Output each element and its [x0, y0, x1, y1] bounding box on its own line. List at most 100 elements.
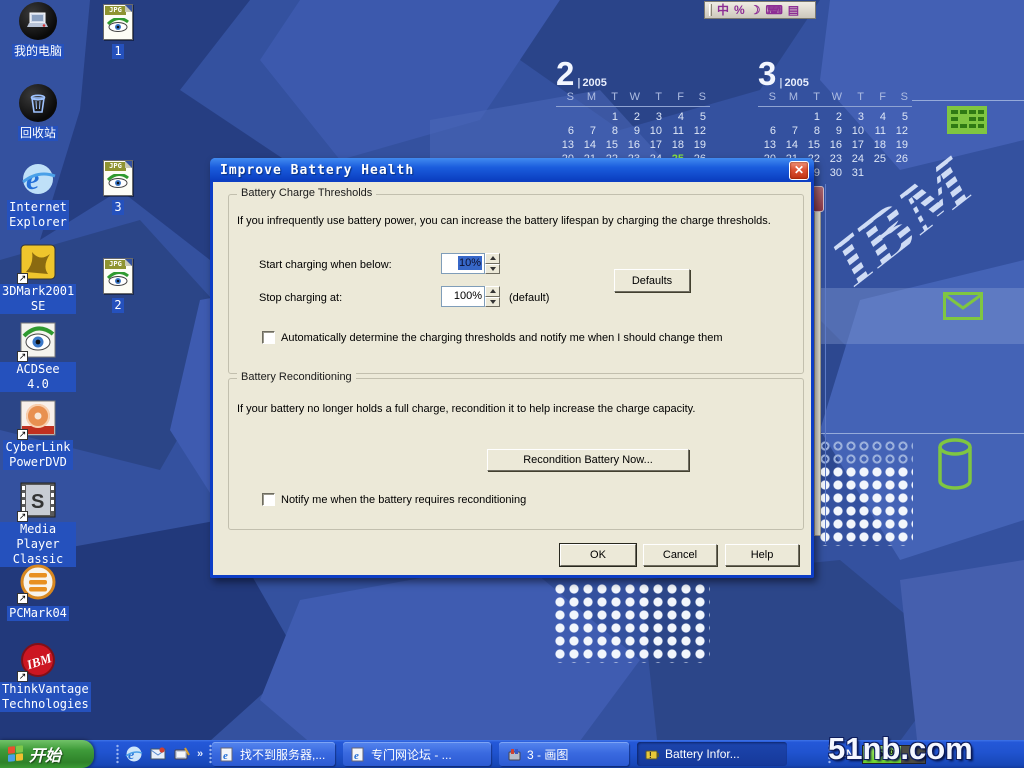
- dialog-titlebar[interactable]: Improve Battery Health ✕: [210, 158, 814, 182]
- desktop-screen: IBM 22005SMTWTFS123456789101112131415161…: [0, 0, 1024, 768]
- desktop-icon-3dmark2001[interactable]: ↗ 3DMark2001 SE: [0, 244, 76, 315]
- calendar-day: 4: [868, 111, 890, 123]
- calendar-day: 7: [578, 125, 600, 137]
- taskbar-button-1[interactable]: e找不到服务器,...: [212, 742, 335, 766]
- start-button[interactable]: 开始: [0, 740, 94, 768]
- spin-down-icon[interactable]: [485, 264, 500, 275]
- calendar-day: 31: [846, 167, 868, 179]
- cancel-button[interactable]: Cancel: [643, 544, 717, 566]
- shortcut-arrow-icon: ↗: [17, 593, 28, 604]
- spin-up-icon[interactable]: [485, 253, 500, 264]
- calendar-month-number: 2: [556, 59, 574, 89]
- calendar-day: [556, 111, 578, 123]
- desktop-icon-internet-explorer[interactable]: e Internet Explorer: [0, 160, 76, 231]
- desktop-icon-jpg-1[interactable]: JPG 1: [80, 4, 156, 60]
- taskbar-button-4[interactable]: !Battery Infor...: [637, 742, 787, 766]
- desktop-icon-powerdvd[interactable]: ↗ CyberLink PowerDVD: [0, 400, 76, 471]
- calendar-day: 18: [666, 139, 688, 151]
- start-charging-spinner[interactable]: [485, 253, 500, 274]
- calendar-weekday: S: [890, 91, 912, 107]
- battery-charge-thresholds-group: Battery Charge Thresholds If you infrequ…: [228, 194, 804, 374]
- jpg-badge: JPG: [105, 162, 126, 171]
- notify-reconditioning-label[interactable]: Notify me when the battery requires reco…: [281, 494, 797, 506]
- media-player-classic-icon: S ↗: [19, 482, 57, 520]
- jpg-badge: JPG: [105, 6, 126, 15]
- toolbar-separator[interactable]: [116, 744, 119, 764]
- improve-battery-health-dialog: Improve Battery Health ✕ Battery Charge …: [210, 158, 814, 578]
- auto-determine-label[interactable]: Automatically determine the charging thr…: [281, 332, 797, 344]
- quicklaunch-outlook-express-icon[interactable]: [149, 745, 167, 763]
- calendar-day: 5: [688, 111, 710, 123]
- help-button[interactable]: Help: [725, 544, 799, 566]
- calendar-day: 15: [802, 139, 824, 151]
- calendar-day: [758, 111, 780, 123]
- quick-launch: e »: [112, 740, 216, 768]
- taskbar-button-label: 专门网论坛 - ...: [371, 746, 452, 763]
- calendar-day: 9: [824, 125, 846, 137]
- calendar-day: [868, 167, 890, 179]
- calendar-weekday: S: [758, 91, 780, 107]
- calendar-day: 19: [890, 139, 912, 151]
- calendar-day: 4: [666, 111, 688, 123]
- calendar-year: 2005: [577, 77, 607, 89]
- auto-determine-checkbox[interactable]: [262, 331, 275, 344]
- defaults-button[interactable]: Defaults: [614, 269, 690, 292]
- calendar-day: 12: [890, 125, 912, 137]
- quicklaunch-show-desktop-icon[interactable]: [173, 745, 191, 763]
- icon-label: 1: [112, 44, 123, 59]
- ime-drag-handle[interactable]: [709, 4, 712, 16]
- thresholds-description: If you infrequently use battery power, y…: [237, 215, 795, 227]
- desktop-icon-my-computer[interactable]: 我的电脑: [0, 2, 76, 60]
- calendar-weekday: W: [824, 91, 846, 107]
- desktop-icon-media-player-classic[interactable]: S ↗ Media Player Classic: [0, 482, 76, 568]
- desktop-icon-acdsee[interactable]: ↗ ACDSee 4.0: [0, 322, 76, 393]
- ok-button[interactable]: OK: [560, 544, 636, 566]
- dialog-title: Improve Battery Health: [220, 163, 789, 178]
- taskbar-button-2[interactable]: e专门网论坛 - ...: [343, 742, 491, 766]
- calendar-day: 1: [802, 111, 824, 123]
- desktop-icon-jpg-2[interactable]: JPG 2: [80, 258, 156, 314]
- quicklaunch-overflow-chevron[interactable]: »: [197, 748, 203, 760]
- calendar-weekday: S: [556, 91, 578, 107]
- envelope-icon: [943, 292, 983, 320]
- taskbar-buttons: e找不到服务器,... e专门网论坛 - ... 3 - 画图 !Battery In…: [212, 742, 787, 766]
- start-charging-input[interactable]: 10%: [441, 253, 485, 274]
- calendar-day: 10: [846, 125, 868, 137]
- start-charging-label: Start charging when below:: [259, 259, 392, 271]
- close-button[interactable]: ✕: [789, 161, 809, 180]
- dot-pattern-bottom: [555, 584, 710, 663]
- desktop-icon-recycle-bin[interactable]: 回收站: [0, 84, 76, 142]
- taskbar-button-3[interactable]: 3 - 画图: [499, 742, 629, 766]
- calendar-day: 9: [622, 125, 644, 137]
- shortcut-arrow-icon: ↗: [17, 351, 28, 362]
- ime-width-toggle-icon[interactable]: %: [734, 3, 745, 17]
- notify-reconditioning-checkbox[interactable]: [262, 493, 275, 506]
- stop-charging-input[interactable]: 100%: [441, 286, 485, 307]
- recondition-battery-button[interactable]: Recondition Battery Now...: [487, 449, 689, 471]
- calendar-day: 15: [600, 139, 622, 151]
- start-label: 开始: [29, 742, 61, 766]
- stop-charging-spinner[interactable]: [485, 286, 500, 307]
- desktop-icon-thinkvantage[interactable]: IBM ↗ ThinkVantage Technologies: [0, 642, 76, 713]
- thinkvantage-icon: IBM ↗: [19, 642, 57, 680]
- desktop-icon-jpg-3[interactable]: JPG 3: [80, 160, 156, 216]
- desktop-icon-pcmark04[interactable]: ↗ PCMark04: [0, 564, 76, 622]
- spin-down-icon[interactable]: [485, 297, 500, 308]
- calendar-day: 16: [622, 139, 644, 151]
- calendar-weekday: T: [802, 91, 824, 107]
- quicklaunch-internet-explorer-icon[interactable]: e: [125, 745, 143, 763]
- ime-language-bar[interactable]: 中 % ☽ ⌨ ▤: [704, 1, 816, 19]
- ime-chinese-mode-icon[interactable]: 中: [717, 3, 729, 17]
- pcmark04-icon: ↗: [19, 564, 57, 602]
- icon-label: Media Player Classic: [0, 522, 76, 567]
- ime-soft-keyboard-icon[interactable]: ⌨: [765, 3, 782, 17]
- icon-label: 2: [112, 298, 123, 313]
- ime-menu-icon[interactable]: ▤: [788, 3, 799, 17]
- dot-pattern-right: [820, 467, 913, 546]
- calendar-day: 25: [868, 153, 890, 165]
- icon-label: PCMark04: [7, 606, 69, 621]
- spin-up-icon[interactable]: [485, 286, 500, 297]
- calendar-day: 26: [890, 153, 912, 165]
- ime-punctuation-icon[interactable]: ☽: [750, 3, 761, 17]
- wallpaper-line-mid: [820, 433, 1024, 434]
